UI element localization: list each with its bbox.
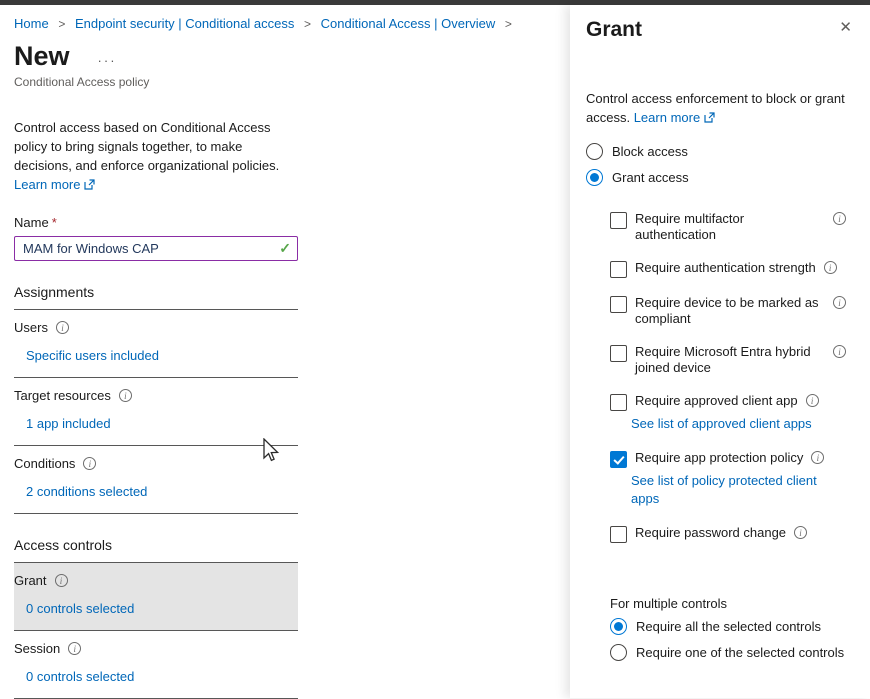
multiple-controls-label: For multiple controls bbox=[610, 596, 856, 611]
grant-controls-selected-link[interactable]: 0 controls selected bbox=[26, 601, 134, 616]
page-title: New bbox=[14, 41, 70, 72]
breadcrumb-home[interactable]: Home bbox=[14, 16, 49, 31]
external-link-icon bbox=[84, 179, 95, 190]
info-icon[interactable] bbox=[811, 451, 824, 464]
panel-title: Grant bbox=[586, 18, 642, 42]
info-icon[interactable] bbox=[794, 526, 807, 539]
session-controls-selected-link[interactable]: 0 controls selected bbox=[26, 669, 134, 684]
require-one-radio[interactable] bbox=[610, 644, 627, 661]
approved-client-apps-link[interactable]: See list of approved client apps bbox=[631, 415, 845, 433]
conditions-selected-link[interactable]: 2 conditions selected bbox=[26, 484, 147, 499]
policy-description: Control access based on Conditional Acce… bbox=[14, 118, 302, 175]
grant-access-option: Grant access bbox=[586, 169, 856, 186]
policy-protected-client-apps-link[interactable]: See list of policy protected client apps bbox=[631, 472, 845, 508]
control-require-mfa: Require multifactor authentication bbox=[610, 211, 856, 243]
grant-label: Grant bbox=[14, 573, 47, 588]
target-resources-label: Target resources bbox=[14, 388, 111, 403]
control-label: Require device to be marked as compliant bbox=[635, 295, 825, 327]
info-icon[interactable] bbox=[833, 212, 846, 225]
breadcrumb-separator: > bbox=[58, 17, 65, 31]
close-icon[interactable]: ✕ bbox=[835, 18, 856, 37]
name-label-text: Name bbox=[14, 215, 49, 230]
grant-controls-list: Require multifactor authentication Requi… bbox=[610, 211, 856, 543]
require-all-radio[interactable] bbox=[610, 618, 627, 635]
control-require-app-protection-policy: Require app protection policy See list o… bbox=[610, 450, 856, 508]
info-icon[interactable] bbox=[806, 394, 819, 407]
users-included-link[interactable]: Specific users included bbox=[26, 348, 159, 363]
require-password-change-checkbox[interactable] bbox=[610, 526, 627, 543]
learn-more-link[interactable]: Learn more bbox=[14, 177, 95, 192]
block-access-label: Block access bbox=[612, 144, 688, 159]
require-all-option: Require all the selected controls bbox=[610, 618, 856, 635]
panel-learn-more-label: Learn more bbox=[634, 108, 700, 127]
policy-name-input[interactable] bbox=[14, 236, 298, 261]
control-label: Require approved client app bbox=[635, 393, 798, 409]
required-marker: * bbox=[52, 215, 57, 230]
page: Home > Endpoint security | Conditional a… bbox=[0, 0, 870, 698]
info-icon[interactable] bbox=[56, 321, 69, 334]
control-label: Require app protection policy bbox=[635, 450, 803, 466]
grant-access-radio[interactable] bbox=[586, 169, 603, 186]
page-subtitle: Conditional Access policy bbox=[14, 75, 300, 89]
require-all-label: Require all the selected controls bbox=[636, 619, 821, 634]
require-auth-strength-checkbox[interactable] bbox=[610, 261, 627, 278]
breadcrumb-separator: > bbox=[304, 17, 311, 31]
info-icon[interactable] bbox=[68, 642, 81, 655]
policy-editor-blade: Home > Endpoint security | Conditional a… bbox=[0, 5, 565, 698]
breadcrumb-endpoint-security[interactable]: Endpoint security | Conditional access bbox=[75, 16, 294, 31]
require-one-option: Require one of the selected controls bbox=[610, 644, 856, 661]
assignments-section-title: Assignments bbox=[14, 284, 298, 310]
info-icon[interactable] bbox=[83, 457, 96, 470]
control-label: Require password change bbox=[635, 525, 786, 541]
control-require-auth-strength: Require authentication strength bbox=[610, 260, 856, 278]
access-controls-section-title: Access controls bbox=[14, 537, 298, 563]
panel-description-text: Control access enforcement to block or g… bbox=[586, 91, 845, 125]
apps-included-link[interactable]: 1 app included bbox=[26, 416, 111, 431]
block-access-option: Block access bbox=[586, 143, 856, 160]
require-app-protection-policy-checkbox[interactable] bbox=[610, 451, 627, 468]
panel-learn-more-link[interactable]: Learn more bbox=[634, 108, 715, 127]
info-icon[interactable] bbox=[824, 261, 837, 274]
external-link-icon bbox=[704, 112, 715, 123]
users-label: Users bbox=[14, 320, 48, 335]
require-hybrid-joined-checkbox[interactable] bbox=[610, 345, 627, 362]
conditions-label: Conditions bbox=[14, 456, 75, 471]
grant-access-label: Grant access bbox=[612, 170, 689, 185]
require-approved-client-app-checkbox[interactable] bbox=[610, 394, 627, 411]
breadcrumb-conditional-access-overview[interactable]: Conditional Access | Overview bbox=[321, 16, 496, 31]
control-label: Require authentication strength bbox=[635, 260, 816, 276]
learn-more-label: Learn more bbox=[14, 177, 80, 192]
require-compliant-device-checkbox[interactable] bbox=[610, 296, 627, 313]
more-actions-icon[interactable]: ··· bbox=[98, 45, 117, 68]
assignment-item-users: Users Specific users included bbox=[14, 310, 298, 378]
control-require-password-change: Require password change bbox=[610, 525, 856, 543]
multiple-controls-group: For multiple controls Require all the se… bbox=[610, 596, 856, 661]
block-access-radio[interactable] bbox=[586, 143, 603, 160]
control-require-approved-client-app: Require approved client app See list of … bbox=[610, 393, 856, 433]
grant-panel: Grant ✕ Control access enforcement to bl… bbox=[570, 5, 870, 698]
require-one-label: Require one of the selected controls bbox=[636, 645, 844, 660]
info-icon[interactable] bbox=[55, 574, 68, 587]
require-mfa-checkbox[interactable] bbox=[610, 212, 627, 229]
control-label: Require multifactor authentication bbox=[635, 211, 825, 243]
breadcrumb-separator: > bbox=[505, 17, 512, 31]
assignment-item-conditions: Conditions 2 conditions selected bbox=[14, 446, 298, 514]
breadcrumb: Home > Endpoint security | Conditional a… bbox=[14, 16, 300, 31]
control-require-compliant-device: Require device to be marked as compliant bbox=[610, 295, 856, 327]
panel-description: Control access enforcement to block or g… bbox=[586, 89, 856, 127]
access-control-item-session: Session 0 controls selected bbox=[14, 631, 298, 699]
control-label: Require Microsoft Entra hybrid joined de… bbox=[635, 344, 825, 376]
valid-check-icon: ✓ bbox=[279, 240, 291, 257]
assignment-item-target-resources: Target resources 1 app included bbox=[14, 378, 298, 446]
control-require-hybrid-joined: Require Microsoft Entra hybrid joined de… bbox=[610, 344, 856, 376]
info-icon[interactable] bbox=[833, 296, 846, 309]
access-control-item-grant[interactable]: Grant 0 controls selected bbox=[14, 563, 298, 631]
name-field-label: Name* bbox=[14, 215, 300, 230]
session-label: Session bbox=[14, 641, 60, 656]
info-icon[interactable] bbox=[833, 345, 846, 358]
info-icon[interactable] bbox=[119, 389, 132, 402]
